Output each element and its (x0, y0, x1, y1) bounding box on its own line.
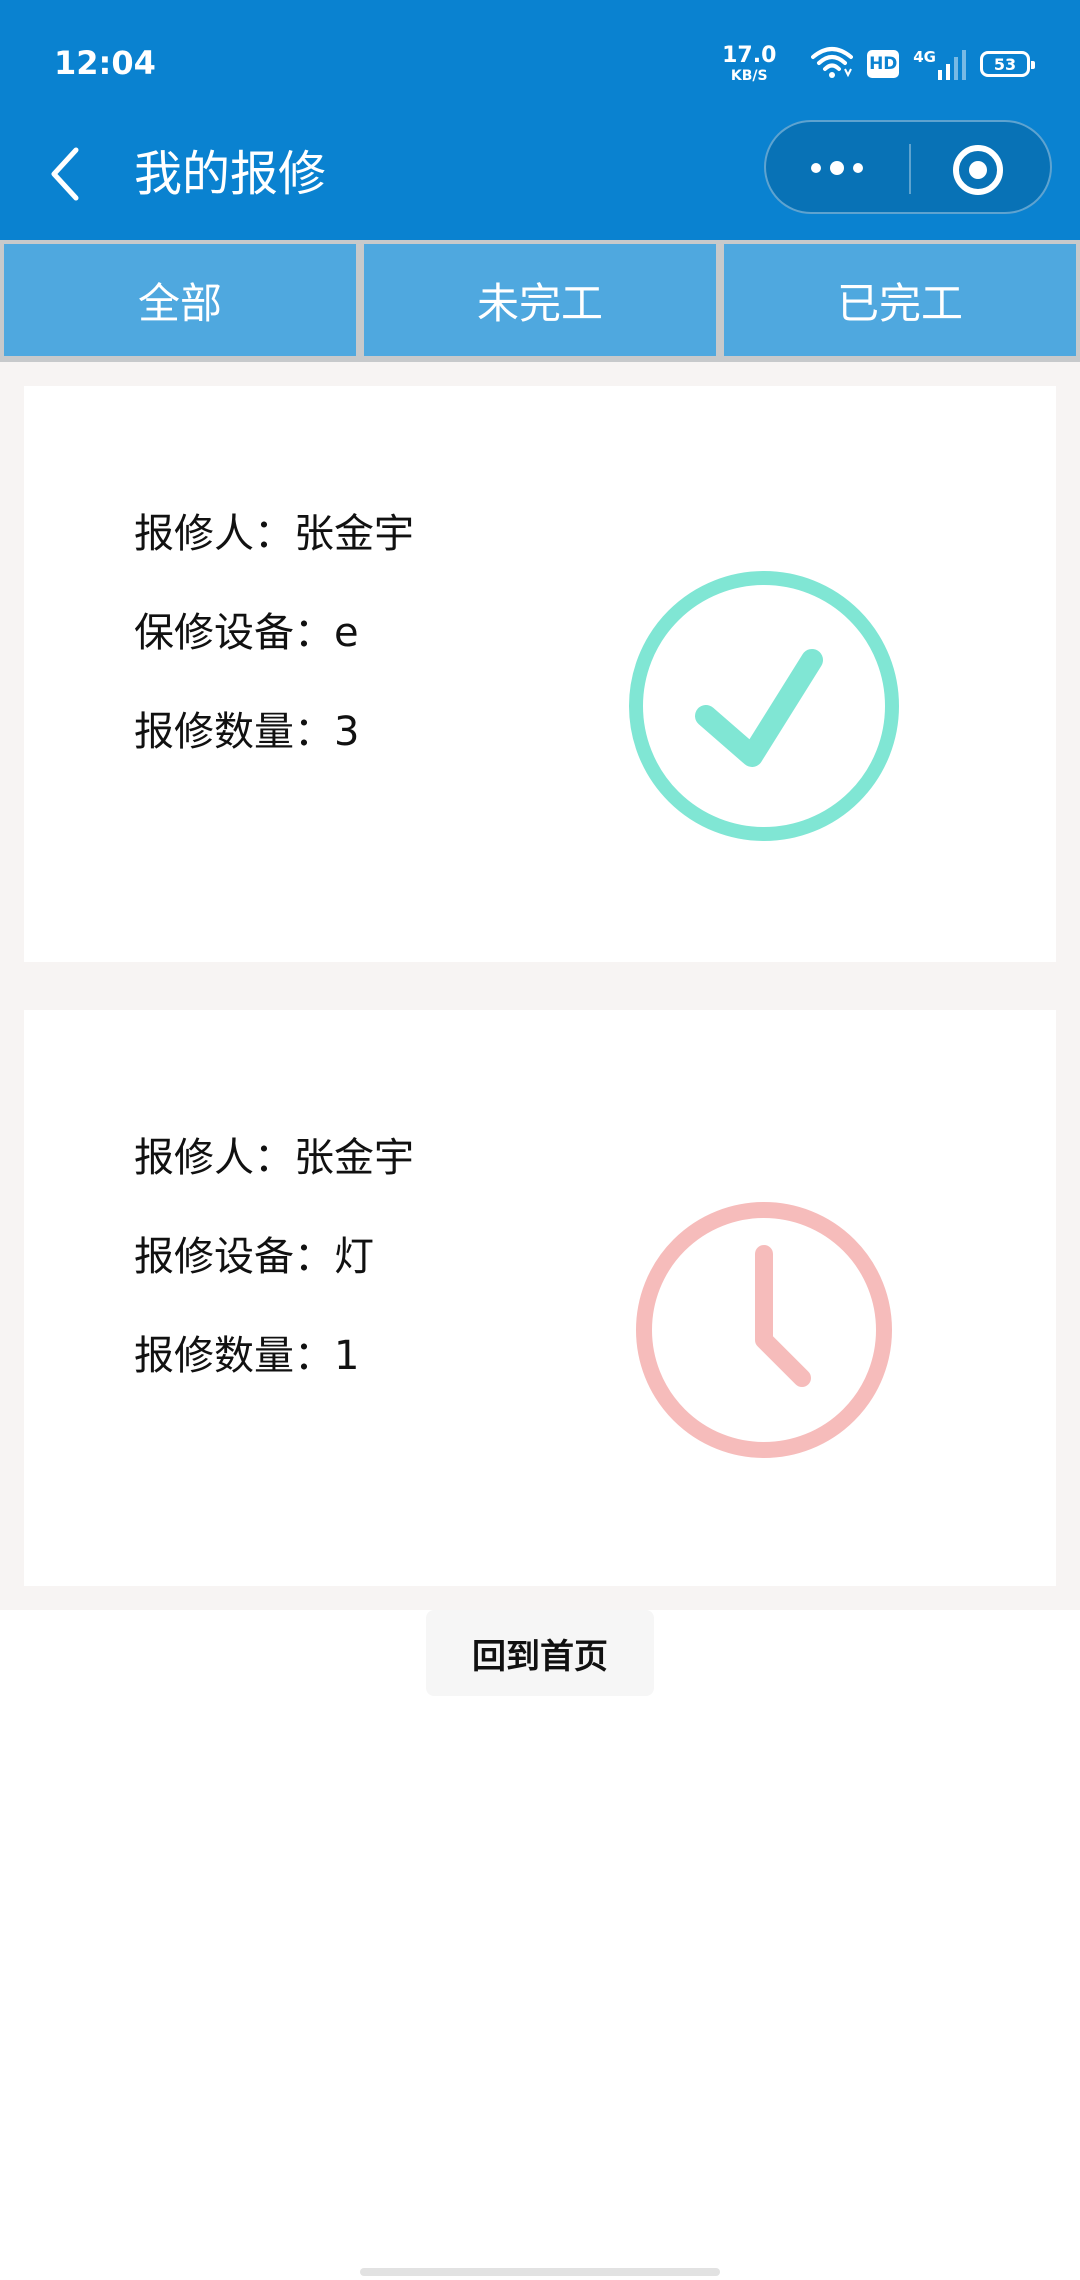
mini-program-capsule (764, 120, 1052, 214)
repair-card[interactable]: 报修人：张金宇 保修设备：e 报修数量：3 (24, 386, 1056, 962)
status-bar: 12:04 17.0 KB/S HD 4G 53 (0, 0, 1080, 120)
network-speed-value: 17.0 (722, 43, 777, 68)
check-circle-icon (624, 566, 904, 846)
status-time: 12:04 (54, 44, 156, 82)
repair-quantity: 报修数量：3 (134, 709, 360, 755)
network-speed-unit: KB/S (730, 68, 768, 84)
network-type-label: 4G (913, 48, 936, 66)
status-icons: 17.0 KB/S HD 4G 53 (721, 42, 1035, 86)
signal-icon: 4G (913, 48, 966, 80)
repair-list: 报修人：张金宇 保修设备：e 报修数量：3 报修人：张金宇 报修设备：灯 报修数… (0, 362, 1080, 1610)
back-to-home-button[interactable]: 回到首页 (426, 1610, 654, 1696)
hd-icon: HD (867, 50, 900, 78)
more-dots-icon[interactable] (806, 148, 868, 188)
clock-icon (624, 1190, 904, 1470)
nav-bar: 我的报修 (0, 120, 1080, 240)
repair-reporter: 报修人：张金宇 (134, 511, 414, 557)
tab-unfinished[interactable]: 未完工 (364, 244, 716, 356)
battery-icon: 53 (980, 51, 1035, 77)
target-icon[interactable] (950, 142, 1006, 198)
wifi-icon (811, 45, 854, 83)
repair-device: 报修设备：灯 (134, 1234, 374, 1280)
repair-card-info: 报修人：张金宇 报修设备：灯 报修数量：1 (134, 1134, 414, 1431)
header: 12:04 17.0 KB/S HD 4G 53 我的报修 (0, 0, 1080, 240)
home-indicator[interactable] (360, 2268, 720, 2276)
capsule-divider (909, 144, 911, 194)
repair-device: 保修设备：e (134, 610, 359, 656)
repair-card[interactable]: 报修人：张金宇 报修设备：灯 报修数量：1 (24, 1010, 1056, 1586)
repair-reporter: 报修人：张金宇 (134, 1135, 414, 1181)
filter-tabs: 全部 未完工 已完工 (0, 240, 1080, 362)
chevron-left-icon[interactable] (44, 140, 88, 208)
battery-level: 53 (993, 54, 1017, 74)
tab-finished[interactable]: 已完工 (724, 244, 1076, 356)
repair-quantity: 报修数量：1 (134, 1333, 360, 1379)
page-title: 我的报修 (134, 146, 327, 202)
tab-all[interactable]: 全部 (4, 244, 356, 356)
repair-card-info: 报修人：张金宇 保修设备：e 报修数量：3 (134, 510, 414, 807)
network-speed: 17.0 KB/S (721, 43, 777, 84)
